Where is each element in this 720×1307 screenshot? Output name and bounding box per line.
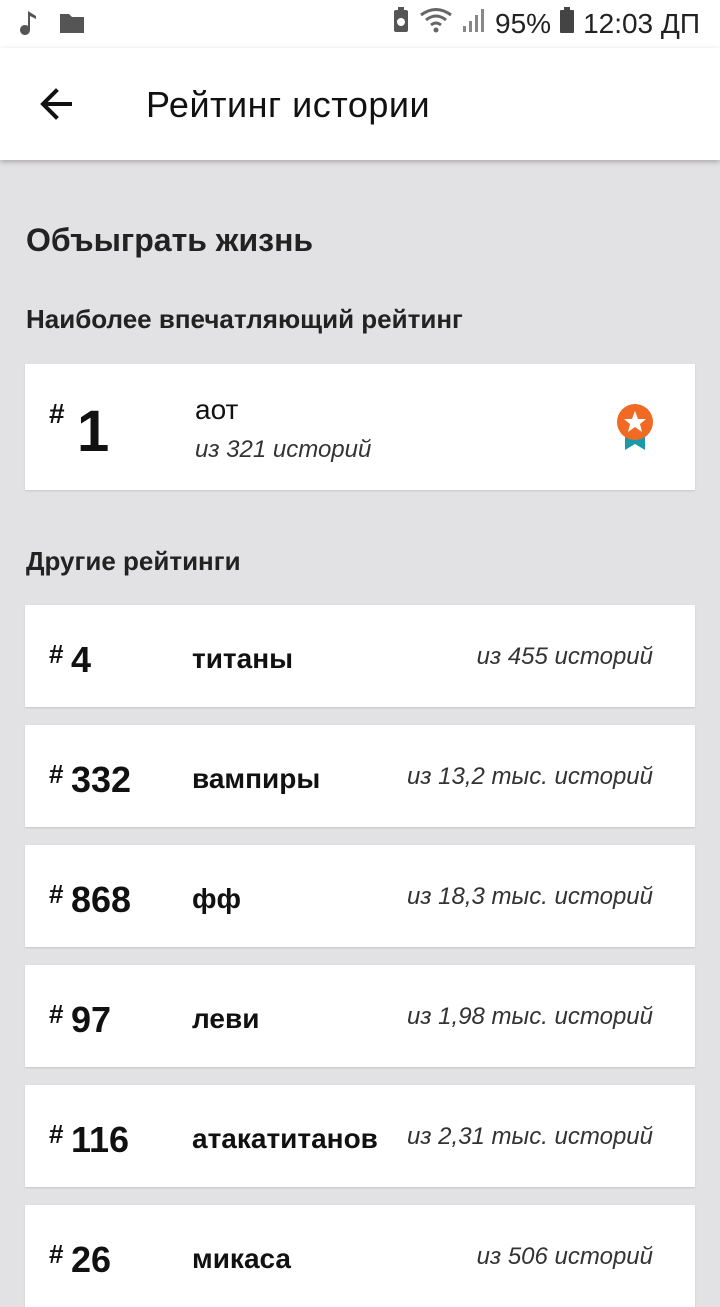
rank-tag: леви	[192, 1003, 260, 1034]
rank-hash: #	[49, 398, 65, 429]
rank-count: из 18,3 тыс. историй	[407, 883, 653, 910]
rank-number: 116	[71, 1119, 130, 1160]
rank-hash: #	[49, 999, 64, 1029]
rank-number: 332	[71, 759, 132, 800]
story-title: Объыграть жизнь	[26, 222, 314, 258]
rank-hash: #	[49, 1239, 64, 1269]
ranking-row[interactable]: # 332 вампиры из 13,2 тыс. историй	[25, 725, 695, 827]
ranking-row[interactable]: # 868 фф из 18,3 тыс. историй	[25, 845, 695, 947]
rank-hash: #	[49, 1119, 64, 1149]
rank-count: из 321 историй	[195, 436, 372, 463]
ranking-row[interactable]: # 4 титаны из 455 историй	[25, 605, 695, 707]
rank-hash: #	[49, 759, 64, 789]
battery-percent: 95%	[495, 7, 552, 39]
folder-icon	[58, 10, 86, 41]
rank-tag: фф	[192, 883, 241, 914]
top-ranking-heading: Наиболее впечатляющий рейтинг	[26, 304, 463, 334]
rank-count: из 13,2 тыс. историй	[407, 763, 653, 790]
page-title: Рейтинг истории	[146, 84, 431, 125]
rank-number: 1	[77, 399, 110, 464]
rank-number: 4	[71, 639, 92, 680]
award-badge-icon	[613, 402, 657, 457]
rank-tag: аот	[195, 394, 239, 425]
other-rankings-heading: Другие рейтинги	[26, 546, 241, 576]
rank-count: из 1,98 тыс. историй	[407, 1003, 653, 1030]
rank-number: 868	[71, 879, 132, 920]
ranking-row[interactable]: # 26 микаса из 506 историй	[25, 1205, 695, 1307]
rank-tag: микаса	[192, 1243, 291, 1274]
back-button[interactable]	[30, 78, 82, 130]
rank-tag: атакатитанов	[192, 1123, 378, 1154]
battery-saver-icon	[391, 6, 411, 41]
rank-count: из 506 историй	[476, 1243, 653, 1270]
rank-number: 97	[71, 999, 112, 1040]
rank-hash: #	[49, 639, 64, 669]
wifi-icon	[419, 6, 453, 41]
app-bar: Рейтинг истории	[0, 48, 720, 160]
ranking-row[interactable]: # 116 атакатитанов из 2,31 тыс. историй	[25, 1085, 695, 1187]
rank-count: из 455 историй	[476, 643, 653, 670]
arrow-left-icon	[40, 88, 72, 120]
rank-number: 26	[71, 1239, 112, 1280]
ranking-row[interactable]: # 97 леви из 1,98 тыс. историй	[25, 965, 695, 1067]
signal-icon	[461, 6, 487, 41]
status-bar: 95% 12:03 ДП	[0, 0, 720, 48]
clock: 12:03 ДП	[583, 7, 700, 39]
battery-icon	[559, 6, 575, 41]
content: Объыграть жизнь Наиболее впечатляющий ре…	[0, 160, 720, 1307]
rank-count: из 2,31 тыс. историй	[407, 1123, 653, 1150]
top-ranking-card[interactable]: # 1 аот из 321 историй	[25, 364, 695, 490]
rank-hash: #	[49, 879, 64, 909]
rank-tag: вампиры	[192, 763, 321, 794]
rank-tag: титаны	[192, 643, 294, 674]
music-note-icon	[16, 8, 40, 43]
